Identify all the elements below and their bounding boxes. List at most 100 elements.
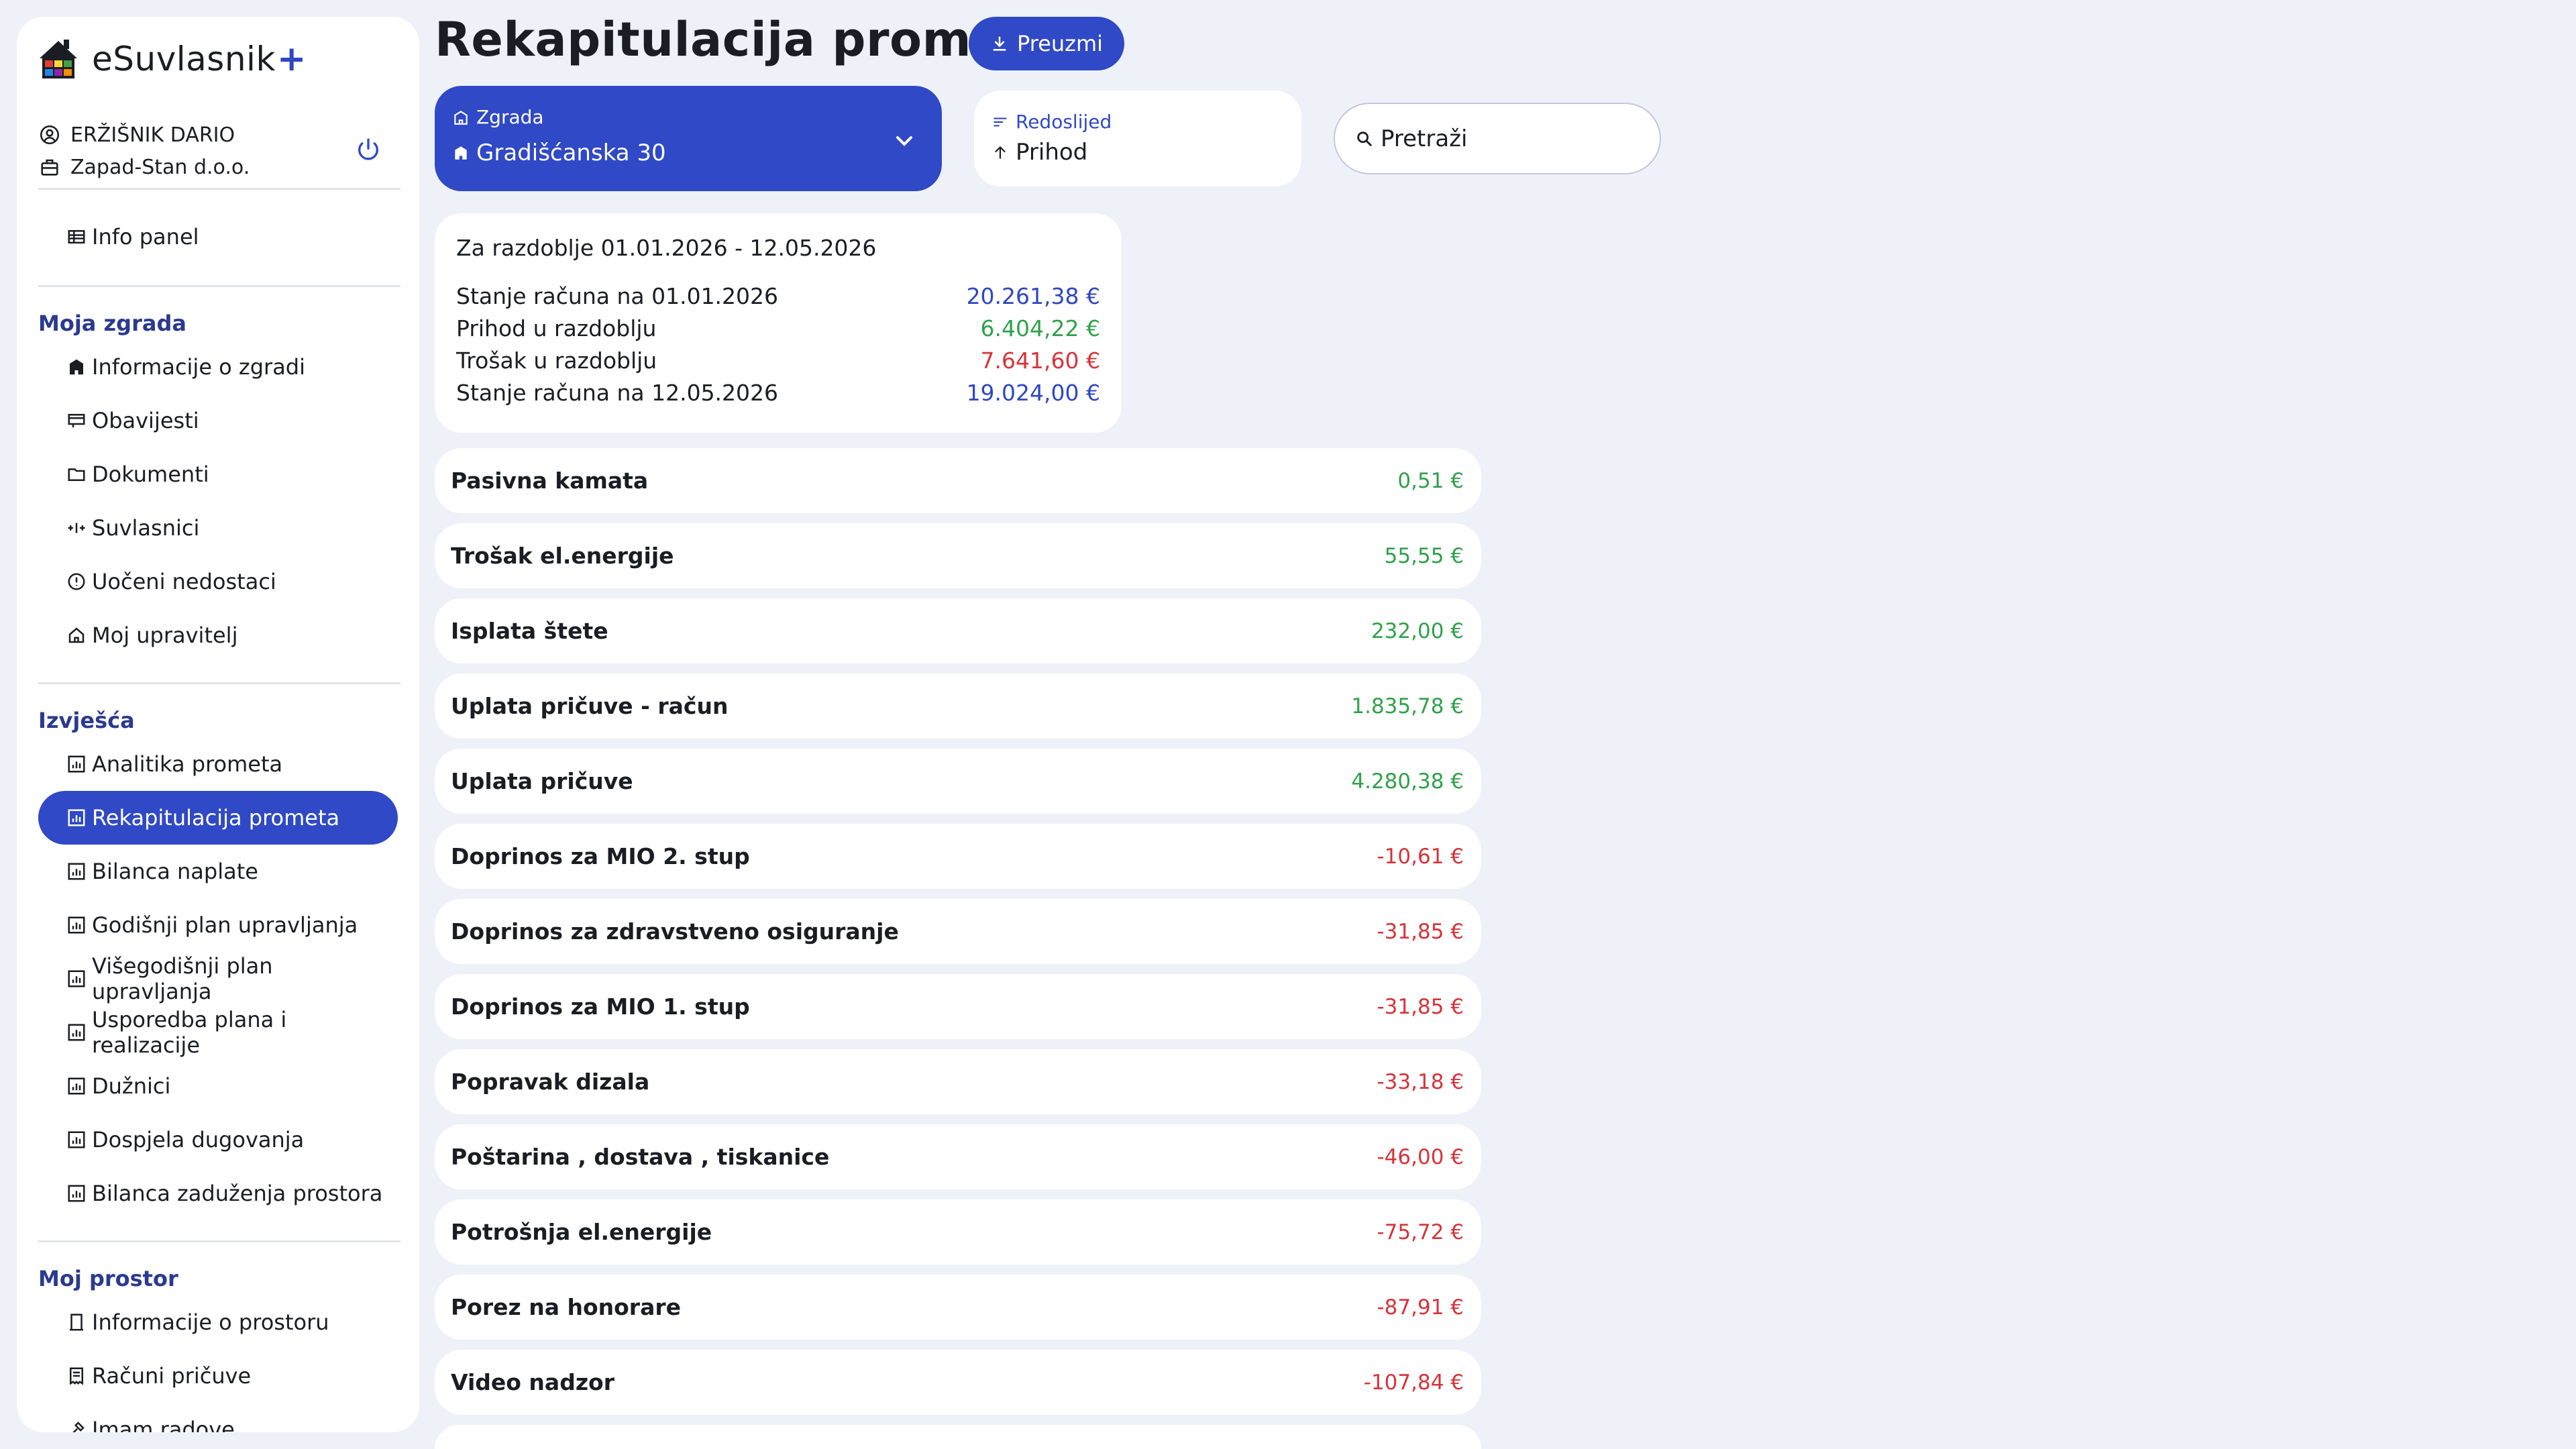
report-icon (68, 916, 85, 934)
user-block: ERŽIŠNIK DARIO Zapad-Stan d.o.o. (38, 119, 400, 183)
sidebar-item-analitika-prometa[interactable]: Analitika prometa (38, 737, 398, 791)
transaction-row[interactable]: Popravak dizala -33,18 € (435, 1049, 1481, 1114)
sidebar-item-label: Moj upravitelj (92, 623, 238, 648)
order-select[interactable]: Redoslijed Prihod (974, 91, 1301, 186)
transaction-row[interactable]: Poštarina , dostava , tiskanice -46,00 € (435, 1124, 1481, 1189)
brand[interactable]: eSuvlasnik + (37, 36, 306, 83)
brand-name: eSuvlasnik (92, 40, 276, 78)
download-icon (993, 36, 1006, 51)
sidebar: eSuvlasnik + ERŽIŠNIK DARIO Zapad-Stan d… (17, 17, 419, 1432)
transaction-amount: -31,85 € (1377, 994, 1464, 1019)
briefcase-icon (41, 159, 58, 176)
sidebar-item-moj-upravitelj[interactable]: Moj upravitelj (38, 608, 398, 662)
sidebar-item-label: Imam radove (92, 1417, 235, 1432)
sidebar-item-label: Uočeni nedostaci (92, 569, 276, 594)
transaction-amount: -10,61 € (1377, 844, 1464, 869)
alert-circle-icon (68, 573, 85, 590)
search-input[interactable] (1381, 125, 1635, 152)
power-icon[interactable] (355, 136, 382, 163)
report-icon (68, 863, 85, 880)
report-icon (68, 1024, 85, 1041)
sidebar-item-dospjela-dugovanja[interactable]: Dospjela dugovanja (38, 1113, 398, 1167)
section-title-izvjesca: Izvješća (38, 708, 135, 733)
report-icon (68, 809, 85, 826)
transaction-row-partial[interactable] (435, 1425, 1481, 1449)
sidebar-item-label: Info panel (92, 224, 199, 250)
sidebar-item-duznici[interactable]: Dužnici (38, 1059, 398, 1113)
sidebar-item-label: Bilanca naplate (92, 859, 258, 884)
transaction-name: Potrošnja el.energije (451, 1219, 712, 1245)
download-button[interactable]: Preuzmi (969, 17, 1124, 70)
summary-row: Trošak u razdoblju 7.641,60 € (456, 347, 1100, 380)
sidebar-item-racuni-pricuve[interactable]: Računi pričuve (38, 1349, 398, 1403)
transaction-amount: -46,00 € (1377, 1144, 1464, 1169)
transaction-row[interactable]: Isplata štete 232,00 € (435, 598, 1481, 663)
transaction-amount: -75,72 € (1377, 1220, 1464, 1244)
transaction-amount: -33,18 € (1377, 1069, 1464, 1094)
summary-row: Stanje računa na 01.01.2026 20.261,38 € (456, 283, 1100, 315)
transaction-row[interactable]: Doprinos za zdravstveno osiguranje -31,8… (435, 899, 1481, 964)
building-select[interactable]: Zgrada Gradišćanska 30 (435, 86, 942, 191)
transaction-amount: -31,85 € (1377, 919, 1464, 944)
transaction-row[interactable]: Doprinos za MIO 1. stup -31,85 € (435, 974, 1481, 1039)
transaction-name: Porez na honorare (451, 1294, 681, 1320)
transaction-row[interactable]: Uplata pričuve 4.280,38 € (435, 749, 1481, 814)
transaction-amount: 4.280,38 € (1351, 769, 1464, 794)
sidebar-item-label: Dospjela dugovanja (92, 1127, 305, 1152)
transaction-amount: -87,91 € (1377, 1295, 1464, 1320)
transaction-name: Popravak dizala (451, 1069, 650, 1095)
transaction-name: Poštarina , dostava , tiskanice (451, 1144, 830, 1170)
transaction-name: Uplata pričuve - račun (451, 693, 729, 719)
sidebar-item-dokumenti[interactable]: Dokumenti (38, 447, 398, 501)
summary-row: Prihod u razdoblju 6.404,22 € (456, 315, 1100, 347)
sidebar-item-info-panel[interactable]: Info panel (38, 210, 398, 264)
building-select-value: Gradišćanska 30 (476, 140, 666, 166)
transaction-row[interactable]: Pasivna kamata 0,51 € (435, 448, 1481, 513)
sidebar-item-visegodisnji-plan[interactable]: Višegodišnji plan upravljanja (38, 952, 398, 1006)
sort-icon (994, 117, 1007, 126)
page-title: Rekapitulacija prometa (435, 12, 1059, 67)
sidebar-item-label: Računi pričuve (92, 1363, 252, 1389)
sidebar-item-label: Obavijesti (92, 408, 199, 433)
sidebar-item-label: Suvlasnici (92, 515, 200, 541)
receipt-icon (70, 1367, 83, 1385)
chevron-down-icon (896, 136, 912, 146)
divider (38, 682, 400, 684)
transaction-row[interactable]: Trošak el.energije 55,55 € (435, 523, 1481, 588)
company-row: Zapad-Stan d.o.o. (38, 151, 400, 183)
transaction-row[interactable]: Doprinos za MIO 2. stup -10,61 € (435, 824, 1481, 889)
summary-value: 7.641,60 € (980, 347, 1100, 374)
sidebar-item-obavijesti[interactable]: Obavijesti (38, 394, 398, 447)
transaction-row[interactable]: Video nadzor -107,84 € (435, 1350, 1481, 1415)
sidebar-item-informacije-o-zgradi[interactable]: Informacije o zgradi (38, 340, 398, 394)
sidebar-item-godisnji-plan[interactable]: Godišnji plan upravljanja (38, 898, 398, 952)
sidebar-item-label: Usporedba plana i realizacije (92, 1007, 287, 1058)
announcement-icon (68, 414, 85, 427)
sidebar-item-suvlasnici[interactable]: Suvlasnici (38, 501, 398, 555)
search-box[interactable] (1334, 103, 1661, 174)
summary-period: Za razdoblje 01.01.2026 - 12.05.2026 (456, 235, 877, 261)
summary-value: 19.024,00 € (966, 380, 1100, 406)
summary-label: Stanje računa na 01.01.2026 (456, 283, 779, 309)
sidebar-item-bilanca-zaduzenja[interactable]: Bilanca zaduženja prostora (38, 1167, 398, 1220)
order-select-label: Redoslijed (1016, 111, 1112, 133)
tools-icon (72, 1421, 85, 1432)
sidebar-item-label: Analitika prometa (92, 751, 283, 777)
transaction-name: Uplata pričuve (451, 768, 633, 794)
sidebar-item-imam-radove[interactable]: Imam radove (38, 1403, 398, 1432)
transaction-row[interactable]: Porez na honorare -87,91 € (435, 1275, 1481, 1340)
table-icon (68, 230, 85, 244)
sidebar-item-bilanca-naplate[interactable]: Bilanca naplate (38, 845, 398, 898)
divider (38, 1240, 400, 1242)
section-title-moja-zgrada: Moja zgrada (38, 311, 186, 336)
sidebar-item-uoceni-nedostaci[interactable]: Uočeni nedostaci (38, 555, 398, 608)
folder-icon (68, 468, 85, 481)
transaction-row[interactable]: Uplata pričuve - račun 1.835,78 € (435, 674, 1481, 739)
sidebar-item-usporedba-plana[interactable]: Usporedba plana i realizacije (38, 1006, 398, 1059)
sidebar-item-informacije-o-prostoru[interactable]: Informacije o prostoru (38, 1295, 398, 1349)
transaction-name: Doprinos za MIO 2. stup (451, 843, 750, 869)
sidebar-item-rekapitulacija-prometa[interactable]: Rekapitulacija prometa (38, 791, 398, 845)
order-select-value-row: Prihod (991, 139, 1087, 166)
report-icon (68, 1077, 85, 1095)
transaction-row[interactable]: Potrošnja el.energije -75,72 € (435, 1199, 1481, 1265)
